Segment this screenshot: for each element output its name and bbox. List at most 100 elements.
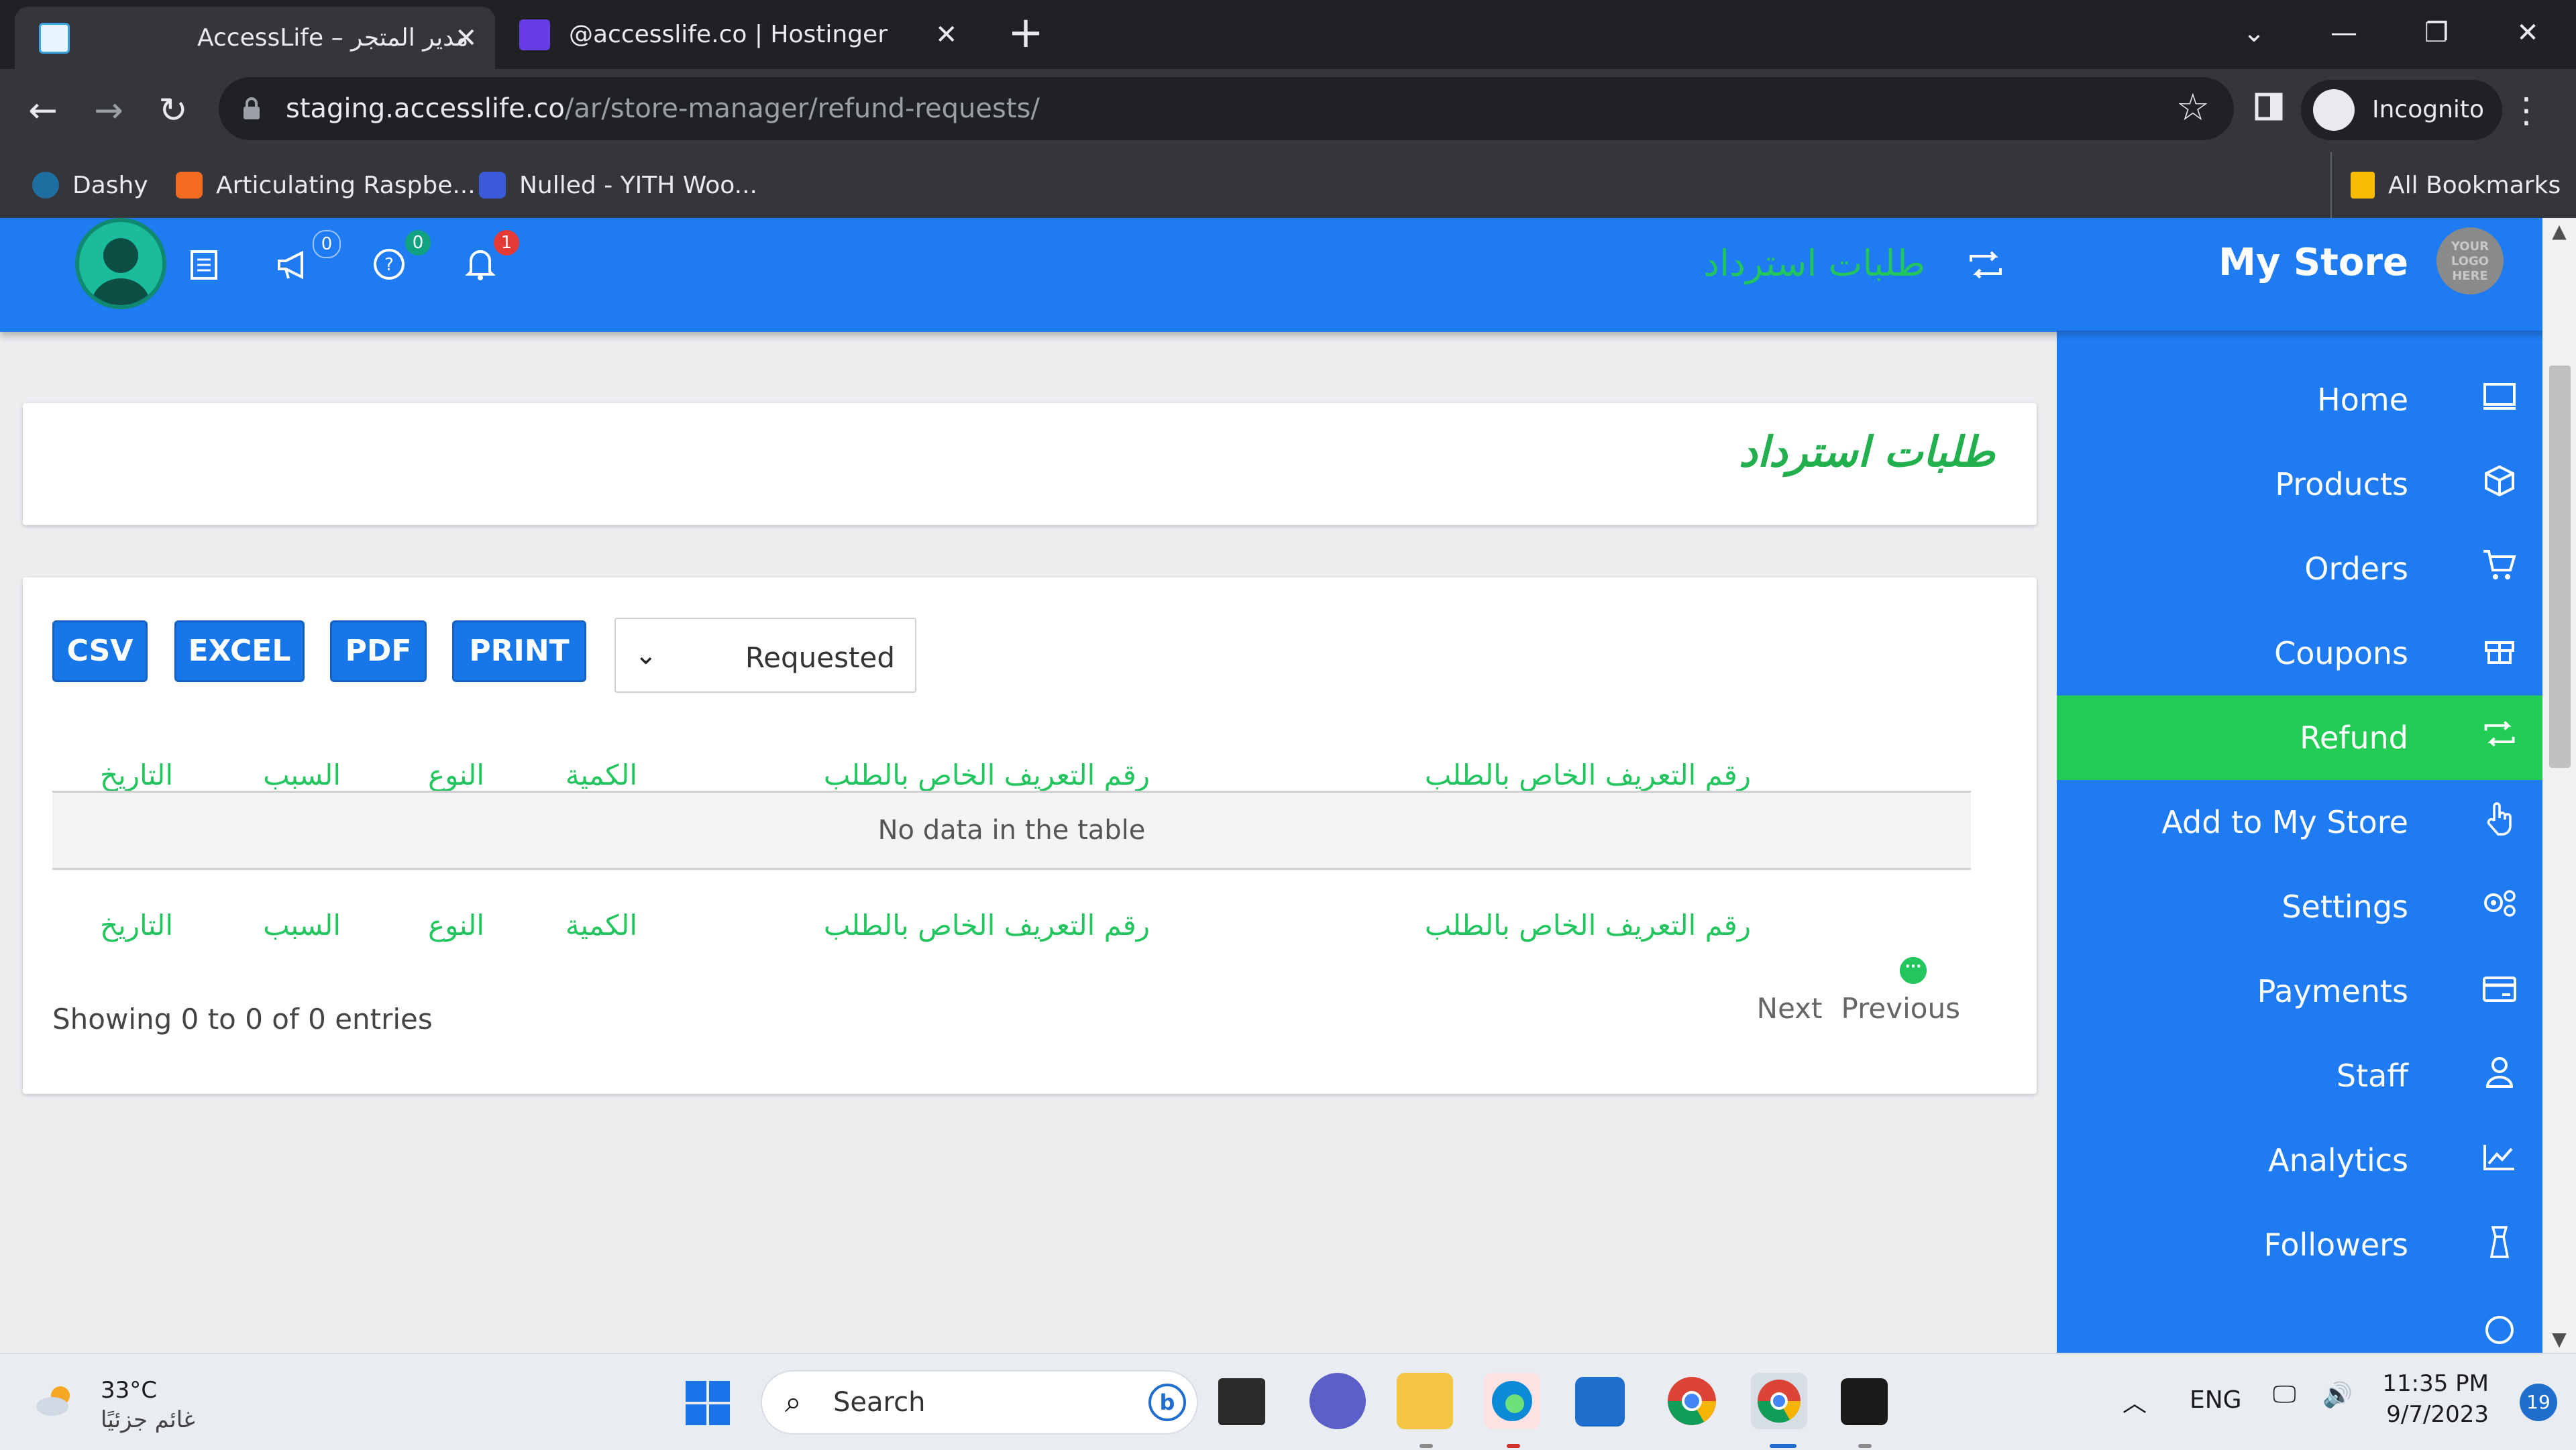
- tab-title: AccessLife – مدير المتجر: [197, 24, 469, 52]
- sidebar-item-products[interactable]: Products: [2057, 442, 2542, 526]
- back-button[interactable]: ←: [16, 84, 70, 137]
- app-icon[interactable]: [1841, 1378, 1888, 1425]
- scroll-up-icon[interactable]: ▲: [2542, 218, 2576, 245]
- language-indicator[interactable]: ENG: [2190, 1386, 2242, 1414]
- pagination: Next Previous: [1738, 992, 1960, 1025]
- sidebar-item-home[interactable]: Home: [2057, 357, 2542, 442]
- sidebar-item-coupons[interactable]: Coupons: [2057, 611, 2542, 695]
- sidebar-item-refund[interactable]: Refund: [2057, 695, 2542, 780]
- sidebar-item-followers[interactable]: Followers: [2057, 1203, 2542, 1287]
- minimize-button[interactable]: —: [2317, 9, 2371, 56]
- scroll-down-icon[interactable]: ▼: [2542, 1326, 2576, 1353]
- bookmark-articulating[interactable]: Articulating Raspbe...: [176, 152, 476, 218]
- store-logo[interactable]: YOUR LOGO HERE: [2436, 227, 2504, 294]
- edge-icon[interactable]: [1484, 1373, 1540, 1429]
- tab-close-icon[interactable]: ✕: [455, 23, 478, 54]
- task-view-icon[interactable]: [1218, 1378, 1265, 1425]
- export-excel-button[interactable]: EXCEL: [174, 620, 305, 682]
- avatar[interactable]: [75, 218, 166, 309]
- column-header-order-id[interactable]: رقم التعريف الخاص بالطلب: [1425, 759, 1751, 791]
- address-bar[interactable]: staging.accesslife.co/ar/store-manager/r…: [219, 77, 2234, 140]
- forward-button[interactable]: →: [82, 84, 136, 137]
- hostinger-favicon-icon: [519, 19, 550, 50]
- knowledgebase-icon[interactable]: [180, 245, 228, 293]
- bookmark-dashy[interactable]: Dashy: [32, 152, 148, 218]
- network-icon[interactable]: 🖵: [2273, 1381, 2296, 1409]
- close-window-button[interactable]: ✕: [2501, 9, 2555, 56]
- status-filter-select[interactable]: ⌄ Requested: [614, 618, 916, 693]
- bookmark-nulled[interactable]: Nulled - YITH Woo...: [479, 152, 757, 218]
- microsoft-store-icon[interactable]: [1575, 1377, 1625, 1427]
- incognito-profile-button[interactable]: Incognito: [2301, 80, 2502, 140]
- bookmark-star-icon[interactable]: ☆: [2176, 88, 2210, 128]
- column-footer-type: النوع: [428, 909, 484, 942]
- show-hidden-icons-chevron-icon[interactable]: ︿: [2123, 1384, 2147, 1418]
- windows-start-icon[interactable]: [684, 1380, 731, 1427]
- clock-time[interactable]: 11:35 PM: [2382, 1370, 2489, 1397]
- running-indicator: [1419, 1444, 1433, 1448]
- column-header-order-id-2[interactable]: رقم التعريف الخاص بالطلب: [824, 759, 1150, 791]
- sidebar-item-payments[interactable]: Payments: [2057, 949, 2542, 1034]
- pager-next-button[interactable]: Next: [1757, 992, 1823, 1025]
- column-header-type[interactable]: النوع: [428, 759, 484, 791]
- chrome-icon[interactable]: [1664, 1373, 1720, 1429]
- sidebar-item-analytics[interactable]: Analytics: [2057, 1118, 2542, 1203]
- browser-menu-icon[interactable]: ⋮: [2500, 84, 2553, 137]
- column-header-reason[interactable]: السبب: [263, 759, 341, 791]
- sidebar-item-staff[interactable]: Staff: [2057, 1034, 2542, 1118]
- bing-icon[interactable]: b: [1148, 1384, 1186, 1421]
- profile-label: Incognito: [2372, 96, 2485, 123]
- sidebar-item-partial[interactable]: [2057, 1287, 2542, 1353]
- refund-table-card: CSV EXCEL PDF PRINT ⌄ Requested ··· رقم …: [23, 577, 2037, 1094]
- page-content: 0 ? 0 1 طلبات استرداد My Store YOUR LOGO…: [0, 218, 2542, 1353]
- sidebar-item-orders[interactable]: Orders: [2057, 526, 2542, 611]
- clock-date[interactable]: 9/7/2023: [2386, 1401, 2489, 1428]
- help-icon[interactable]: ?: [365, 245, 413, 293]
- lock-icon: [243, 97, 260, 120]
- side-panel-icon[interactable]: [2242, 84, 2296, 137]
- dashy-icon: [32, 172, 59, 199]
- tab-search-button[interactable]: ⌄: [2227, 9, 2281, 56]
- print-button[interactable]: PRINT: [452, 620, 586, 682]
- home-icon: [2479, 380, 2520, 420]
- export-csv-button[interactable]: CSV: [52, 620, 148, 682]
- store-title[interactable]: My Store: [2218, 241, 2408, 284]
- teams-chat-icon[interactable]: [1309, 1373, 1366, 1429]
- taskbar-search[interactable]: ⌕ Search b: [761, 1370, 1198, 1435]
- export-pdf-button[interactable]: PDF: [330, 620, 427, 682]
- announcement-icon[interactable]: [270, 245, 318, 293]
- tab-close-icon[interactable]: ✕: [935, 19, 958, 50]
- notification-count-badge[interactable]: 19: [2520, 1384, 2557, 1421]
- restore-button[interactable]: ❐: [2410, 9, 2463, 56]
- page-scrollbar[interactable]: ▲ ▼: [2542, 218, 2576, 1353]
- store-header: 0 ? 0 1 طلبات استرداد My Store YOUR LOGO…: [0, 218, 2542, 332]
- followers-icon: [2479, 1225, 2520, 1265]
- weather-widget[interactable]: 33°C غائم جزئيًا: [35, 1369, 236, 1436]
- chart-icon: [2479, 1140, 2520, 1180]
- sidebar-item-add-to-my-store[interactable]: Add to My Store: [2057, 780, 2542, 865]
- entries-info: Showing 0 to 0 of 0 entries: [52, 1003, 433, 1036]
- pager-previous-button[interactable]: Previous: [1841, 992, 1961, 1025]
- chrome-incognito-icon[interactable]: [1751, 1373, 1807, 1429]
- column-footer-reason: السبب: [263, 909, 341, 942]
- column-header-date[interactable]: التاريخ: [100, 759, 173, 791]
- column-header-quantity[interactable]: الكمية: [566, 759, 637, 791]
- new-tab-button[interactable]: +: [1004, 11, 1048, 55]
- credit-card-icon: [2479, 971, 2520, 1011]
- user-icon: [2479, 1056, 2520, 1096]
- tab-hostinger[interactable]: @accesslife.co | Hostinger ✕: [504, 0, 974, 69]
- incognito-icon: [2313, 89, 2355, 131]
- sidebar-item-settings[interactable]: Settings: [2057, 865, 2542, 949]
- browser-toolbar: ← → ↻ staging.accesslife.co/ar/store-man…: [0, 69, 2576, 152]
- reload-button[interactable]: ↻: [146, 84, 200, 137]
- scroll-thumb[interactable]: [2549, 366, 2571, 768]
- all-bookmarks[interactable]: All Bookmarks: [2330, 152, 2561, 218]
- running-indicator: [1507, 1444, 1520, 1448]
- url-text: staging.accesslife.co/ar/store-manager/r…: [286, 93, 1040, 124]
- weather-desc: غائم جزئيًا: [101, 1406, 195, 1433]
- tab-accesslife[interactable]: AccessLife – مدير المتجر ✕: [15, 7, 495, 69]
- weather-temp: 33°C: [101, 1377, 158, 1404]
- chevron-down-icon: ⌄: [635, 640, 657, 671]
- file-explorer-icon[interactable]: [1397, 1373, 1453, 1429]
- volume-icon[interactable]: 🔊: [2322, 1381, 2353, 1409]
